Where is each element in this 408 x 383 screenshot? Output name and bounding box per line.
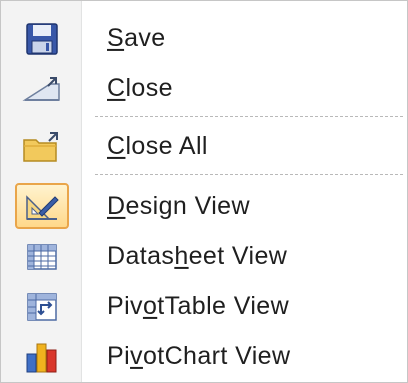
menu-item-close-all[interactable]: Close All <box>1 125 407 169</box>
menu-separator <box>95 116 403 117</box>
menu-item-label: Close All <box>107 131 208 160</box>
close-all-folder-icon <box>19 127 65 167</box>
menu-item-label: Save <box>107 23 166 52</box>
pivottable-view-icon <box>19 287 65 327</box>
design-view-icon <box>19 187 65 227</box>
menu-item-datasheet-view[interactable]: Datasheet View <box>1 235 407 279</box>
menu-item-design-view[interactable]: Design View <box>1 185 407 229</box>
menu-item-label: Design View <box>107 191 250 220</box>
datasheet-view-icon <box>19 237 65 277</box>
menu-item-pivotchart-view[interactable]: PivotChart View <box>1 335 407 379</box>
menu-separator <box>95 174 403 175</box>
menu-item-label: Datasheet View <box>107 241 288 270</box>
menu-item-label: Close <box>107 73 173 102</box>
menu-item-label: PivotTable View <box>107 291 290 320</box>
close-object-icon <box>19 69 65 109</box>
pivotchart-view-icon <box>19 337 65 377</box>
save-icon <box>19 19 65 59</box>
menu-item-save[interactable]: Save <box>1 17 407 61</box>
menu-item-label: PivotChart View <box>107 341 291 370</box>
menu-item-pivottable-view[interactable]: PivotTable View <box>1 285 407 329</box>
menu-item-close[interactable]: Close <box>1 67 407 111</box>
context-menu: Save Close Close All Design View Datashe… <box>0 0 408 383</box>
